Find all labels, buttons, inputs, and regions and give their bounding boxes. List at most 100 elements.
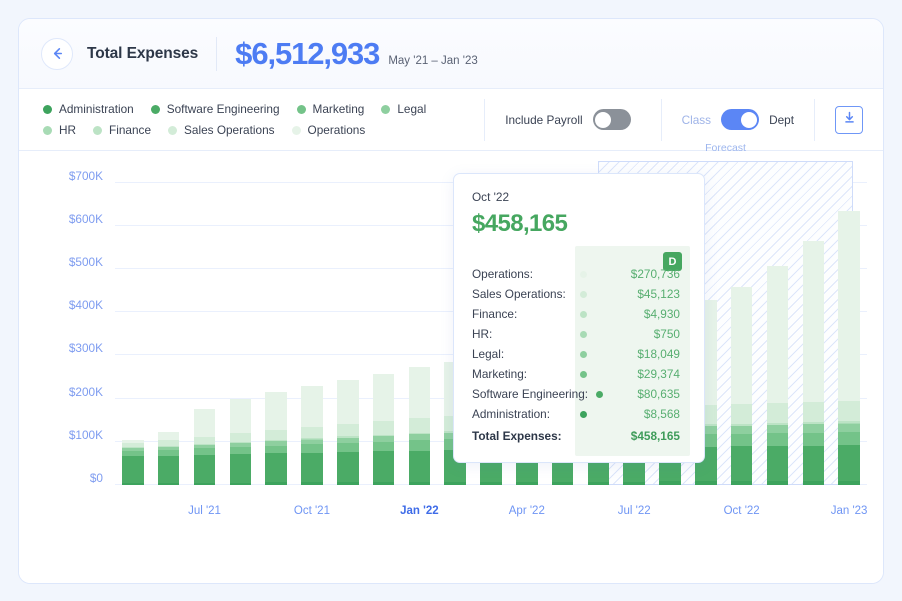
legend-item[interactable]: Operations	[292, 123, 366, 137]
bar-segment	[480, 482, 501, 485]
bar-segment	[409, 418, 430, 432]
y-axis-tick-label: $100K	[69, 428, 103, 442]
legend-color-dot	[43, 126, 52, 135]
bar-segment	[409, 367, 430, 418]
tooltip-color-dot	[596, 391, 603, 398]
bar-segment	[373, 442, 394, 452]
date-range: May '21 – Jan '23	[388, 55, 477, 67]
bar-column[interactable]	[838, 211, 859, 485]
legend-item[interactable]: HR	[43, 123, 76, 137]
bar-column[interactable]	[337, 380, 358, 485]
legend-item[interactable]: Finance	[93, 123, 151, 137]
include-payroll-label: Include Payroll	[505, 113, 582, 127]
legend-item[interactable]: Legal	[381, 102, 426, 116]
bar-column[interactable]	[409, 367, 430, 485]
bar-column[interactable]	[803, 241, 824, 485]
bar-segment	[230, 433, 251, 441]
bar-segment	[194, 455, 215, 483]
bar-segment	[767, 446, 788, 481]
tooltip-rows: Operations:$270,736 Sales Operations: $45,…	[472, 264, 686, 446]
tooltip-total-amount: $458,165	[608, 429, 686, 443]
bar-segment	[301, 482, 322, 485]
tooltip-row-dot-cell	[572, 291, 608, 298]
bar-segment	[803, 481, 824, 485]
legend-item-label: HR	[59, 123, 76, 137]
bar-segment	[838, 424, 859, 432]
bar-column[interactable]	[122, 440, 143, 485]
y-axis-tick-label: $500K	[69, 255, 103, 269]
bar-segment	[803, 424, 824, 432]
bar-segment	[301, 386, 322, 427]
y-axis-tick-label: $300K	[69, 341, 103, 355]
tooltip-row: Software Engineering:$80,635	[472, 384, 686, 404]
legend-item-label: Administration	[59, 102, 134, 116]
bar-segment	[373, 421, 394, 434]
tooltip-row-dot-cell	[572, 271, 608, 278]
tooltip-row-value: $270,736	[608, 267, 686, 281]
bar-segment	[767, 425, 788, 433]
bar-segment	[409, 482, 430, 485]
bar-segment	[230, 454, 251, 482]
legend-color-dot	[151, 105, 160, 114]
legend-color-dot	[168, 126, 177, 135]
bar-column[interactable]	[230, 399, 251, 485]
bar-segment	[552, 482, 573, 485]
bar-segment	[265, 430, 286, 440]
bar-column[interactable]	[158, 432, 179, 485]
header-left-group: Total Expenses $6,512,933 May '21 – Jan …	[41, 36, 478, 72]
include-payroll-toggle[interactable]	[593, 109, 631, 130]
legend-item-label: Finance	[109, 123, 151, 137]
bar-column[interactable]	[301, 386, 322, 485]
bar-column[interactable]	[265, 392, 286, 485]
legend-item[interactable]: Sales Operations	[168, 123, 275, 137]
bar-column[interactable]	[373, 374, 394, 485]
chart-legend: Administration Software Engineering Market…	[43, 102, 484, 137]
tooltip-row-key: Sales Operations:	[472, 287, 572, 301]
bar-segment	[767, 403, 788, 423]
tooltip-row-dot-cell	[572, 331, 608, 338]
bar-segment	[838, 401, 859, 421]
legend-item[interactable]: Administration	[43, 102, 134, 116]
class-dept-toggle[interactable]	[721, 109, 759, 130]
tooltip-row-value: $29,374	[608, 367, 686, 381]
bar-column[interactable]	[731, 287, 752, 485]
x-axis-tick-label: Jul '21	[188, 505, 221, 517]
legend-item[interactable]: Marketing	[297, 102, 365, 116]
tooltip-row-value: $4,930	[608, 307, 686, 321]
bar-segment	[265, 446, 286, 454]
bar-column[interactable]	[767, 265, 788, 485]
bar-segment	[194, 409, 215, 436]
tooltip-color-dot	[580, 271, 587, 278]
header-divider	[216, 37, 217, 71]
download-button[interactable]	[835, 106, 863, 134]
legend-item-label: Sales Operations	[184, 123, 275, 137]
tooltip-color-dot	[580, 351, 587, 358]
tooltip-row-key: Marketing:	[472, 367, 572, 381]
bar-segment	[230, 483, 251, 486]
legend-item[interactable]: Software Engineering	[151, 102, 280, 116]
bar-segment	[373, 451, 394, 482]
bar-segment	[158, 483, 179, 485]
tooltip-row: Sales Operations: $45,123	[472, 284, 686, 304]
bar-segment	[301, 444, 322, 452]
tooltip-row-key: HR:	[472, 327, 572, 341]
tooltip-row-key: Legal:	[472, 347, 572, 361]
x-axis-tick-label: Jul '22	[618, 505, 651, 517]
bar-column[interactable]	[194, 409, 215, 485]
bar-segment	[731, 287, 752, 404]
bar-segment	[373, 374, 394, 422]
tooltip-row: HR:$750	[472, 324, 686, 344]
bar-segment	[623, 482, 644, 485]
tooltip-color-dot	[580, 371, 587, 378]
tooltip-row: Marketing: $29,374	[472, 364, 686, 384]
tooltip-row: Operations:$270,736	[472, 264, 686, 284]
tooltip-color-dot	[580, 311, 587, 318]
tooltip-date: Oct '22	[454, 190, 704, 204]
x-axis-tick-label: Apr '22	[509, 505, 545, 517]
back-button[interactable]	[41, 38, 73, 70]
class-label: Class	[682, 113, 712, 127]
bar-segment	[516, 482, 537, 485]
header-amount-group: $6,512,933 May '21 – Jan '23	[235, 36, 478, 72]
tooltip-row-value: $45,123	[608, 287, 686, 301]
x-axis-tick-label: Oct '22	[724, 505, 760, 517]
